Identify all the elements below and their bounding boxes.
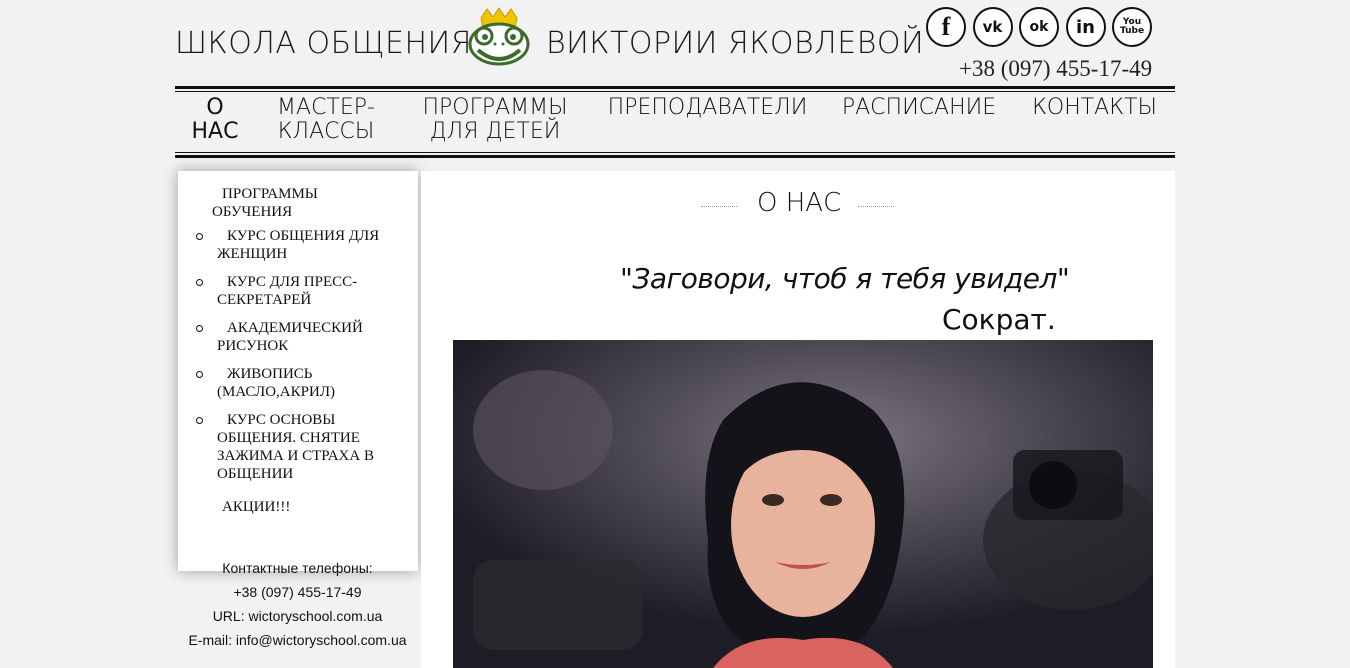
logo-frog-icon[interactable] xyxy=(464,6,534,70)
sidebar-item[interactable]: ЖИВОПИСЬ (МАСЛО,АКРИЛ) xyxy=(217,365,367,401)
facebook-icon[interactable]: f xyxy=(926,7,966,47)
nav-bottom-rule xyxy=(175,155,1175,158)
vk-icon[interactable]: vk xyxy=(972,7,1013,47)
nav-item-kids-programs[interactable]: ПРОГРАММЫ ДЛЯ ДЕТЕЙ xyxy=(410,96,580,144)
sidebar-heading[interactable]: ПРОГРАММЫ ОБУЧЕНИЯ xyxy=(212,185,352,221)
list-bullet xyxy=(196,371,203,378)
title-divider-left xyxy=(701,206,737,207)
teacher-photo xyxy=(453,340,1153,668)
odnoklassniki-icon[interactable]: ok xyxy=(1019,7,1059,47)
nav-top-rule-thin xyxy=(175,91,1175,92)
contacts-phone[interactable]: +38 (097) 455-17-49 xyxy=(175,584,420,600)
nav-top-rule xyxy=(175,86,1175,89)
list-bullet xyxy=(196,233,203,240)
nav-item-contacts[interactable]: КОНТАКТЫ xyxy=(1022,96,1167,120)
contacts-label: Контактные телефоны: xyxy=(222,560,373,576)
quote-text: "Заговори, чтоб я тебя увидел" xyxy=(620,262,1070,295)
sidebar-promo[interactable]: АКЦИИ!!! xyxy=(222,498,290,516)
title-divider-right xyxy=(858,206,894,207)
nav-item-schedule[interactable]: РАСПИСАНИЕ xyxy=(833,96,1005,120)
nav-bottom-rule-thin xyxy=(175,152,1175,153)
list-bullet xyxy=(196,417,203,424)
sidebar-item[interactable]: АКАДЕМИЧЕСКИЙ РИСУНОК xyxy=(217,319,387,355)
site-title-left: ШКОЛА ОБЩЕНИЯ xyxy=(175,26,473,61)
section-title: О НАС xyxy=(757,188,842,218)
linkedin-icon[interactable]: in xyxy=(1065,7,1106,47)
social-links: f vk ok in You Tube xyxy=(926,7,1166,51)
sidebar-item[interactable]: КУРС ДЛЯ ПРЕСС-СЕКРЕТАРЕЙ xyxy=(217,273,387,309)
nav-item-teachers[interactable]: ПРЕПОДАВАТЕЛИ xyxy=(600,96,815,120)
nav-item-master-classes[interactable]: МАСТЕР- КЛАССЫ xyxy=(266,96,386,144)
header-phone[interactable]: +38 (097) 455-17-49 xyxy=(959,56,1152,82)
site-title-right: ВИКТОРИИ ЯКОВЛЕВОЙ xyxy=(546,26,925,61)
sidebar-item[interactable]: КУРС ОСНОВЫ ОБЩЕНИЯ. СНЯТИЕ ЗАЖИМА И СТР… xyxy=(217,411,397,483)
contacts-email[interactable]: E-mail: info@wictoryschool.com.ua xyxy=(175,632,420,648)
contacts-url[interactable]: URL: wictoryschool.com.ua xyxy=(175,608,420,624)
list-bullet xyxy=(196,325,203,332)
youtube-icon[interactable]: You Tube xyxy=(1112,7,1152,47)
list-bullet xyxy=(196,279,203,286)
quote-author: Сократ. xyxy=(942,303,1056,336)
sidebar-item[interactable]: КУРС ОБЩЕНИЯ ДЛЯ ЖЕНЩИН xyxy=(217,227,402,263)
nav-item-about[interactable]: О НАС xyxy=(185,96,245,144)
